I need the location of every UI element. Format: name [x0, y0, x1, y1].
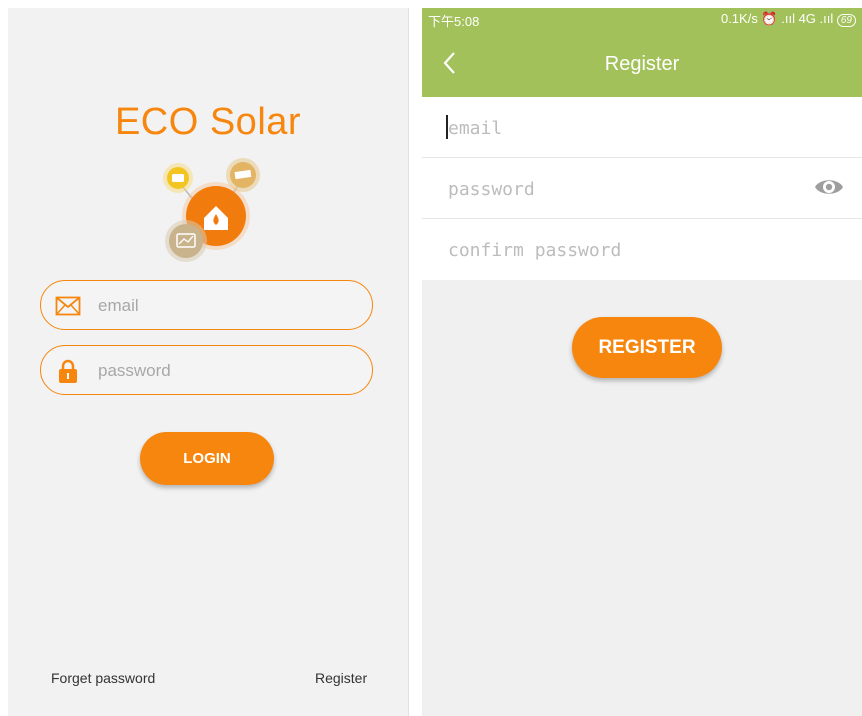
register-email-input[interactable]	[446, 111, 790, 145]
email-input[interactable]	[96, 291, 350, 321]
password-field[interactable]	[40, 345, 373, 395]
page-title: Register	[604, 53, 680, 75]
register-confirm-row	[422, 219, 862, 280]
app-bar: Register	[422, 30, 862, 97]
register-form	[422, 97, 862, 280]
battery-icon: 69	[836, 14, 856, 27]
status-time: 下午5:08	[428, 14, 480, 29]
password-input[interactable]	[96, 356, 350, 386]
register-link[interactable]: Register	[315, 670, 367, 686]
register-password-input[interactable]	[446, 172, 790, 206]
register-password-row	[422, 158, 862, 219]
register-screen: 下午5:08 0.1K/s ⏰ .ııl 4G .ııl 69 Register	[422, 8, 862, 716]
login-screen: ECO Solar LO	[8, 8, 409, 716]
network-status: 0.1K/s ⏰ .ııl 4G .ııl	[720, 11, 834, 26]
email-field[interactable]	[40, 280, 373, 330]
envelope-icon	[55, 296, 81, 316]
app-title: ECO Solar	[114, 101, 302, 143]
confirm-password-input[interactable]	[446, 233, 790, 267]
login-button[interactable]: LOGIN	[140, 432, 274, 485]
register-email-row	[422, 97, 862, 158]
eye-icon[interactable]	[814, 176, 844, 198]
status-bar: 下午5:08 0.1K/s ⏰ .ııl 4G .ııl 69	[422, 8, 862, 30]
forget-password-link[interactable]: Forget password	[51, 670, 155, 686]
lock-icon	[59, 359, 77, 383]
register-button[interactable]: REGISTER	[572, 317, 722, 378]
eco-solar-logo	[163, 158, 260, 262]
status-indicators: 0.1K/s ⏰ .ııl 4G .ııl 69	[721, 11, 856, 27]
